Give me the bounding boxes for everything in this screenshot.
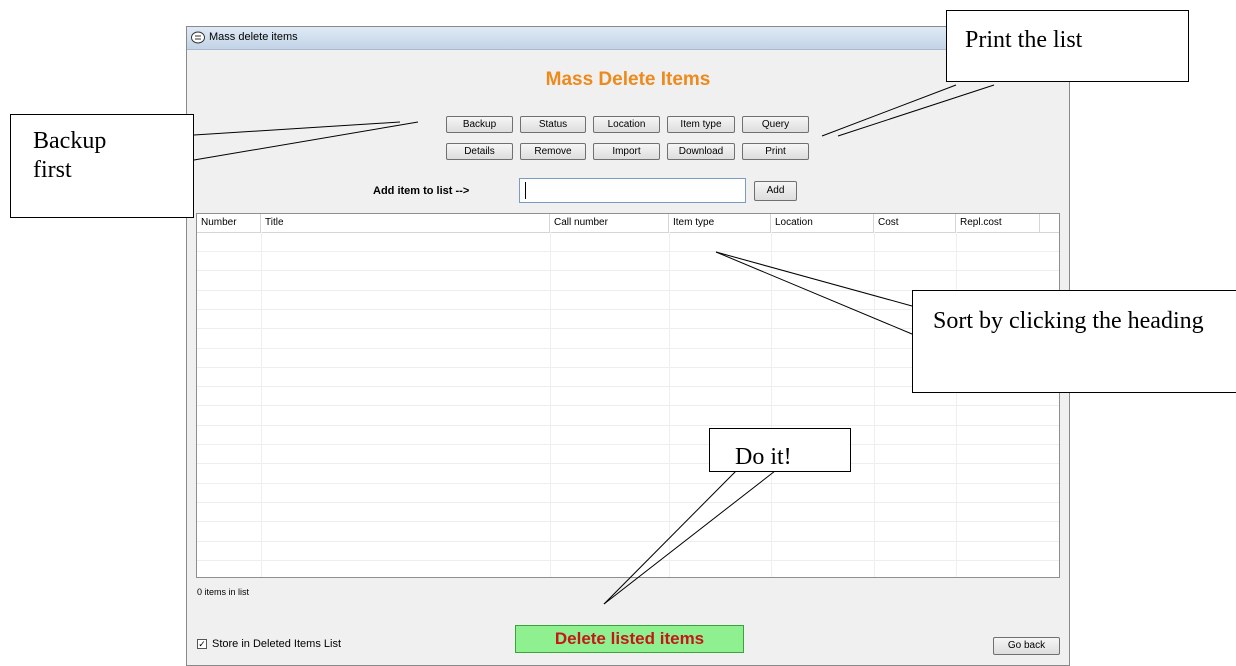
callout-backup-first: Backup first bbox=[10, 114, 194, 218]
callout-do-it: Do it! bbox=[709, 428, 851, 472]
callout-print-list: Print the list bbox=[946, 10, 1189, 82]
callout-sort-heading: Sort by clicking the heading bbox=[912, 290, 1236, 393]
